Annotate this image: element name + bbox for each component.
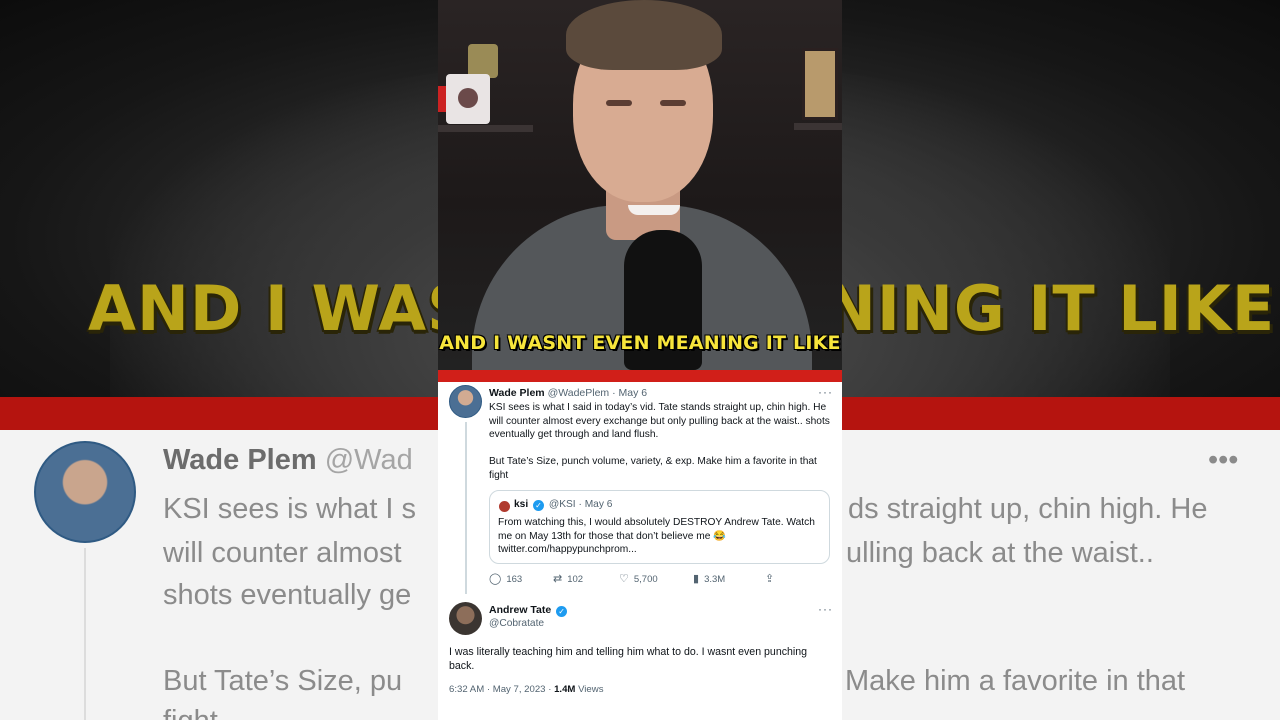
webcam-video: AND I WASNT EVEN MEANING IT LIKE <box>438 0 842 370</box>
avatar-tate[interactable] <box>449 602 482 635</box>
blurred-name: Wade Plem <box>163 444 317 476</box>
reply-button[interactable]: ◯ 163 <box>489 572 522 585</box>
quoted-date: · May 6 <box>578 499 613 510</box>
quoted-handle: @KSI <box>548 499 576 510</box>
blurred-more-icon: ••• <box>1208 444 1239 476</box>
retweet-count: 102 <box>567 574 584 585</box>
tweet-text: KSI sees is what I said in today’s vid. … <box>489 402 830 441</box>
blurred-line-2-left: will counter almost <box>163 537 402 569</box>
blurred-line-5-left: fight <box>163 705 218 720</box>
video-caption: AND I WASNT EVEN MEANING IT LIKE <box>439 332 841 354</box>
person-eye-left <box>606 100 632 106</box>
person-hair <box>566 0 722 70</box>
verified-badge-icon: ✓ <box>533 500 545 511</box>
blurred-thread-line <box>84 548 86 720</box>
like-button[interactable]: ♡ 5,700 <box>619 572 658 585</box>
retweet-icon: ⇄ <box>553 573 563 585</box>
tweet2-views-label: Views <box>575 684 604 695</box>
red-divider <box>438 370 842 382</box>
views-button[interactable]: ▮ 3.3M <box>693 572 725 585</box>
quoted-avatar <box>499 501 510 512</box>
quoted-text: From watching this, I would absolutely D… <box>498 517 815 556</box>
retweet-button[interactable]: ⇄ 102 <box>553 572 583 585</box>
quoted-author-name: ksi <box>514 499 529 510</box>
tweet-header: Wade Plem @WadePlem · May 6 <box>489 387 647 399</box>
mug-icon <box>446 74 490 124</box>
thread-line <box>465 422 467 594</box>
tweet-text-2: But Tate’s Size, punch volume, variety, … <box>489 456 817 481</box>
shelf-frame <box>802 48 838 120</box>
blurred-handle: @Wad <box>324 444 413 476</box>
blurred-caption-right: NING IT LIKE <box>840 272 1280 345</box>
author-name[interactable]: Wade Plem <box>489 387 545 399</box>
tweet-date[interactable]: · May 6 <box>612 387 647 399</box>
avatar[interactable] <box>449 385 482 418</box>
blurred-line-1-left: KSI sees is what I s <box>163 493 417 525</box>
blurred-line-2-right: ulling back at the waist.. <box>846 537 1154 569</box>
tweet2-meta: 6:32 AM · May 7, 2023 · 1.4M Views <box>449 684 604 695</box>
author-handle-tate[interactable]: @Cobratate <box>489 618 544 629</box>
more-options-icon-2[interactable]: ··· <box>818 602 833 616</box>
like-count: 5,700 <box>633 574 658 585</box>
share-icon: ⇪ <box>765 573 775 585</box>
quoted-tweet[interactable]: ksi ✓ @KSI · May 6 From watching this, I… <box>489 490 830 564</box>
author-name-tate[interactable]: Andrew Tate <box>489 604 551 616</box>
person-eye-right <box>660 100 686 106</box>
person-mouth <box>628 205 680 215</box>
views-count: 3.3M <box>704 574 726 585</box>
red-object <box>438 86 446 112</box>
short-video-panel: AND I WASNT EVEN MEANING IT LIKE Wade Pl… <box>438 0 842 720</box>
shelf-right <box>794 123 842 130</box>
blurred-caption-left: AND I WAS <box>88 272 473 345</box>
video-frame: AND I WAS NING IT LIKE Wade Plem @Wad ••… <box>0 0 1280 720</box>
tweet-screenshot: Wade Plem @WadePlem · May 6 ··· KSI sees… <box>438 382 842 720</box>
share-button[interactable]: ⇪ <box>765 572 779 585</box>
author-handle[interactable]: @WadePlem <box>548 387 610 399</box>
tweet2-time[interactable]: 6:32 AM · May 7, 2023 · <box>449 684 554 695</box>
shelf-plant <box>468 44 498 78</box>
blurred-line-4-right: Make him a favorite in that <box>845 665 1186 697</box>
tweet-actions: ◯ 163 ⇄ 102 ♡ 5,700 ▮ 3.3M ⇪ <box>489 572 789 588</box>
heart-icon: ♡ <box>619 573 629 585</box>
verified-badge-icon: ✓ <box>556 606 568 617</box>
blurred-tweet-author: Wade Plem @Wad <box>163 444 413 477</box>
views-icon: ▮ <box>693 573 700 585</box>
blurred-line-1-right: ds straight up, chin high. He <box>848 493 1208 525</box>
tweet2-header: Andrew Tate ✓ <box>489 604 569 617</box>
reply-icon: ◯ <box>489 573 502 585</box>
blurred-line-4-left: But Tate’s Size, pu <box>163 665 403 697</box>
reply-count: 163 <box>506 574 523 585</box>
tweet2-views-count: 1.4M <box>554 684 576 695</box>
blurred-caption-right-text: NING IT LIKE <box>840 272 1276 345</box>
quoted-header: ksi ✓ @KSI · May 6 <box>514 499 612 511</box>
blurred-line-3-left: shots eventually ge <box>163 579 412 611</box>
tweet2-text: I was literally teaching him and telling… <box>449 646 808 672</box>
shelf-left <box>438 125 533 132</box>
blurred-avatar <box>34 441 136 543</box>
more-options-icon[interactable]: ··· <box>818 385 833 399</box>
